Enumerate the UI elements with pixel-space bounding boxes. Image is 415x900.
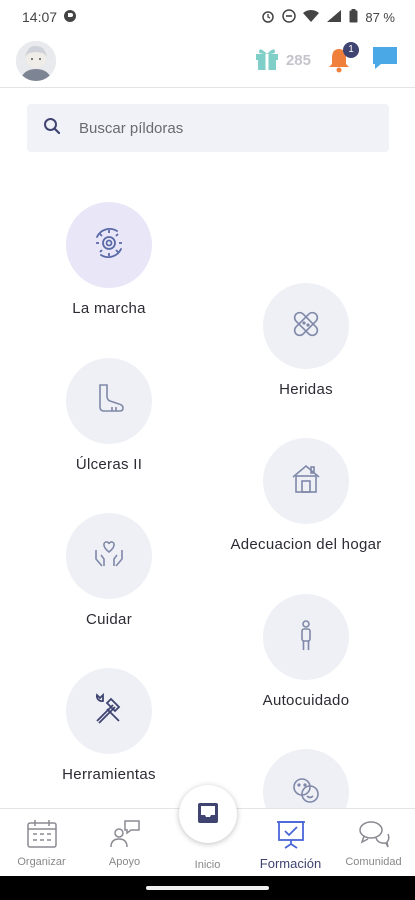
search-bar[interactable] bbox=[27, 104, 389, 152]
presentation-icon bbox=[275, 819, 307, 852]
pill-ulceras-ii[interactable]: Úlceras II bbox=[14, 358, 204, 473]
pill-icon-circle bbox=[263, 594, 349, 680]
faces-icon bbox=[288, 772, 324, 813]
nav-label: Formación bbox=[259, 856, 322, 871]
tools-icon bbox=[91, 691, 127, 732]
do-not-disturb-icon bbox=[282, 8, 297, 26]
pill-label: La marcha bbox=[72, 300, 146, 317]
notification-badge: 1 bbox=[343, 41, 359, 58]
inbox-icon bbox=[196, 801, 220, 828]
chat-bubbles-icon bbox=[358, 819, 390, 852]
notifications-button[interactable]: 1 bbox=[327, 41, 359, 77]
nav-label: Comunidad bbox=[345, 856, 402, 868]
nav-label: Inicio bbox=[194, 859, 221, 871]
nav-inicio[interactable]: Inicio bbox=[166, 785, 249, 876]
foot-icon bbox=[91, 381, 127, 422]
pill-label: Adecuacion del hogar bbox=[230, 536, 382, 553]
pill-label: Úlceras II bbox=[75, 456, 143, 473]
alarm-icon bbox=[261, 9, 275, 26]
pill-icon-circle bbox=[66, 513, 152, 599]
battery-level: 87 % bbox=[365, 9, 395, 25]
pill-la-marcha[interactable]: La marcha bbox=[14, 202, 204, 317]
caring-hands-icon bbox=[91, 536, 127, 577]
gesture-handle[interactable] bbox=[146, 886, 269, 890]
pill-heridas[interactable]: Heridas bbox=[211, 283, 401, 398]
status-bar: 14:07 87 % bbox=[0, 0, 415, 34]
nav-comunidad[interactable]: Comunidad bbox=[332, 809, 415, 876]
gift-icon[interactable] bbox=[254, 45, 280, 76]
bottom-nav: Organizar Apoyo Inicio Formación Comunid… bbox=[0, 785, 415, 876]
gears-icon bbox=[91, 225, 127, 266]
nav-label: Organizar bbox=[17, 856, 66, 868]
pill-icon-circle bbox=[263, 438, 349, 524]
pill-label: Autocuidado bbox=[262, 692, 350, 709]
bandage-icon bbox=[288, 306, 324, 347]
system-gesture-bar bbox=[0, 876, 415, 900]
home-icon bbox=[288, 461, 324, 502]
pill-icon-circle bbox=[66, 668, 152, 754]
home-button[interactable] bbox=[178, 785, 237, 843]
person-icon bbox=[288, 617, 324, 658]
pill-adecuacion-del-hogar[interactable]: Adecuacion del hogar bbox=[211, 438, 401, 553]
chat-icon[interactable] bbox=[371, 45, 399, 76]
pill-autocuidado[interactable]: Autocuidado bbox=[211, 594, 401, 709]
pill-label: Heridas bbox=[279, 381, 333, 398]
battery-icon bbox=[349, 8, 358, 26]
nav-label: Apoyo bbox=[108, 856, 141, 868]
status-time: 14:07 bbox=[22, 9, 58, 25]
wifi-icon bbox=[303, 9, 320, 26]
bell-icon bbox=[327, 48, 351, 77]
avatar[interactable] bbox=[16, 40, 56, 81]
people-chat-icon bbox=[109, 819, 141, 852]
app-notification-icon bbox=[63, 9, 77, 26]
pill-icon-circle bbox=[66, 202, 152, 288]
calendar-icon bbox=[26, 819, 58, 852]
nav-organizar[interactable]: Organizar bbox=[0, 809, 83, 876]
top-bar: 285 1 bbox=[0, 34, 415, 88]
pill-label: Herramientas bbox=[62, 766, 156, 783]
points-count: 285 bbox=[285, 52, 311, 69]
nav-apoyo[interactable]: Apoyo bbox=[83, 809, 166, 876]
signal-icon bbox=[326, 9, 342, 26]
search-icon bbox=[43, 117, 61, 140]
pill-icon-circle bbox=[66, 358, 152, 444]
pill-cuidar[interactable]: Cuidar bbox=[14, 513, 204, 628]
pill-icon-circle bbox=[263, 283, 349, 369]
pill-herramientas[interactable]: Herramientas bbox=[14, 668, 204, 783]
search-input[interactable] bbox=[79, 119, 359, 137]
pill-label: Cuidar bbox=[86, 611, 132, 628]
nav-formacion[interactable]: Formación bbox=[249, 809, 332, 876]
